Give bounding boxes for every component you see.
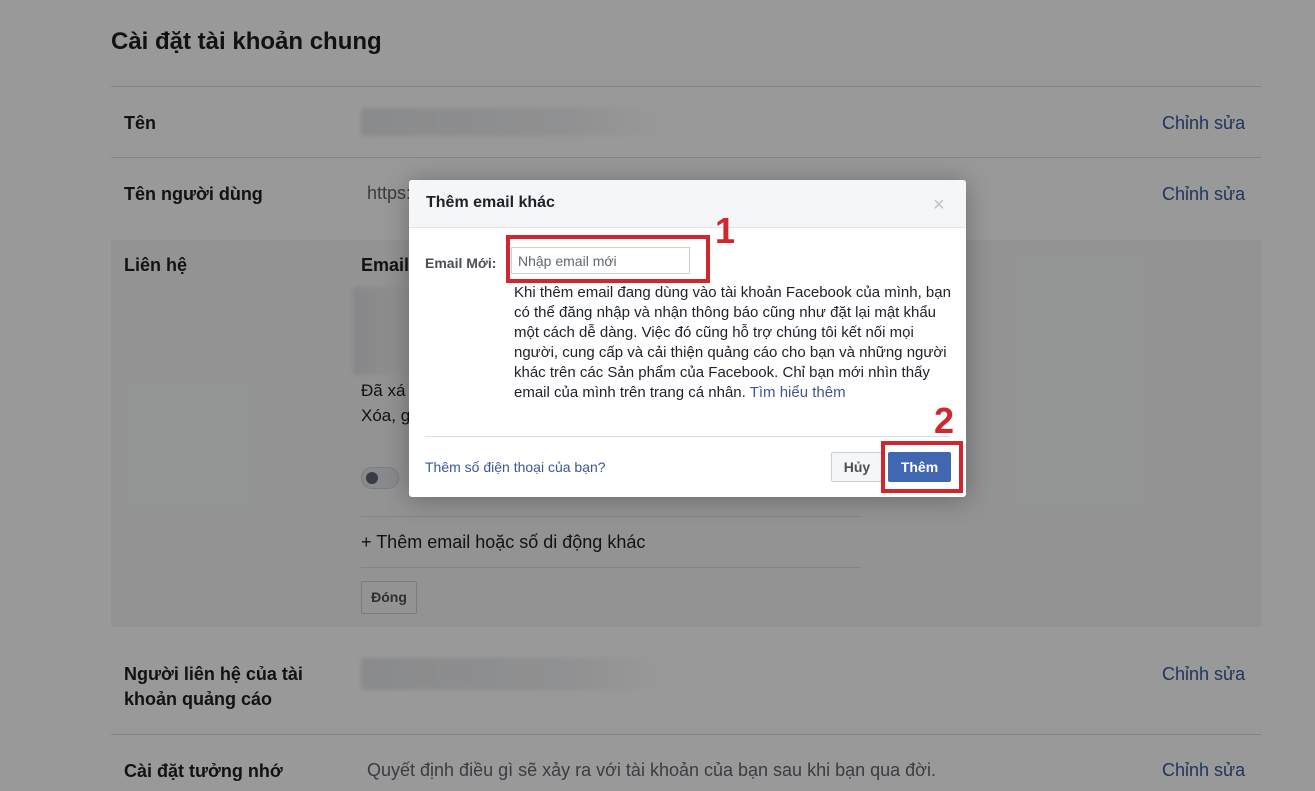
dialog-divider (425, 436, 950, 437)
step1-highlight-box (506, 235, 710, 283)
step1-number: 1 (715, 210, 736, 251)
learn-more-link[interactable]: Tìm hiểu thêm (750, 384, 846, 401)
new-email-label: Email Mới: (425, 255, 497, 271)
close-icon[interactable]: × (933, 194, 945, 217)
cancel-button[interactable]: Hủy (831, 452, 883, 482)
step2-number: 2 (934, 400, 955, 441)
add-email-dialog: Thêm email khác × Email Mới: 1 Khi thêm … (409, 180, 966, 497)
dialog-title: Thêm email khác (426, 194, 555, 211)
info-paragraph: Khi thêm email đang dùng vào tài khoản F… (514, 284, 951, 401)
dialog-header: Thêm email khác × (409, 180, 966, 228)
step2-highlight-box (881, 441, 963, 493)
info-text: Khi thêm email đang dùng vào tài khoản F… (514, 283, 954, 403)
add-phone-link[interactable]: Thêm số điện thoại của bạn? (425, 459, 606, 475)
